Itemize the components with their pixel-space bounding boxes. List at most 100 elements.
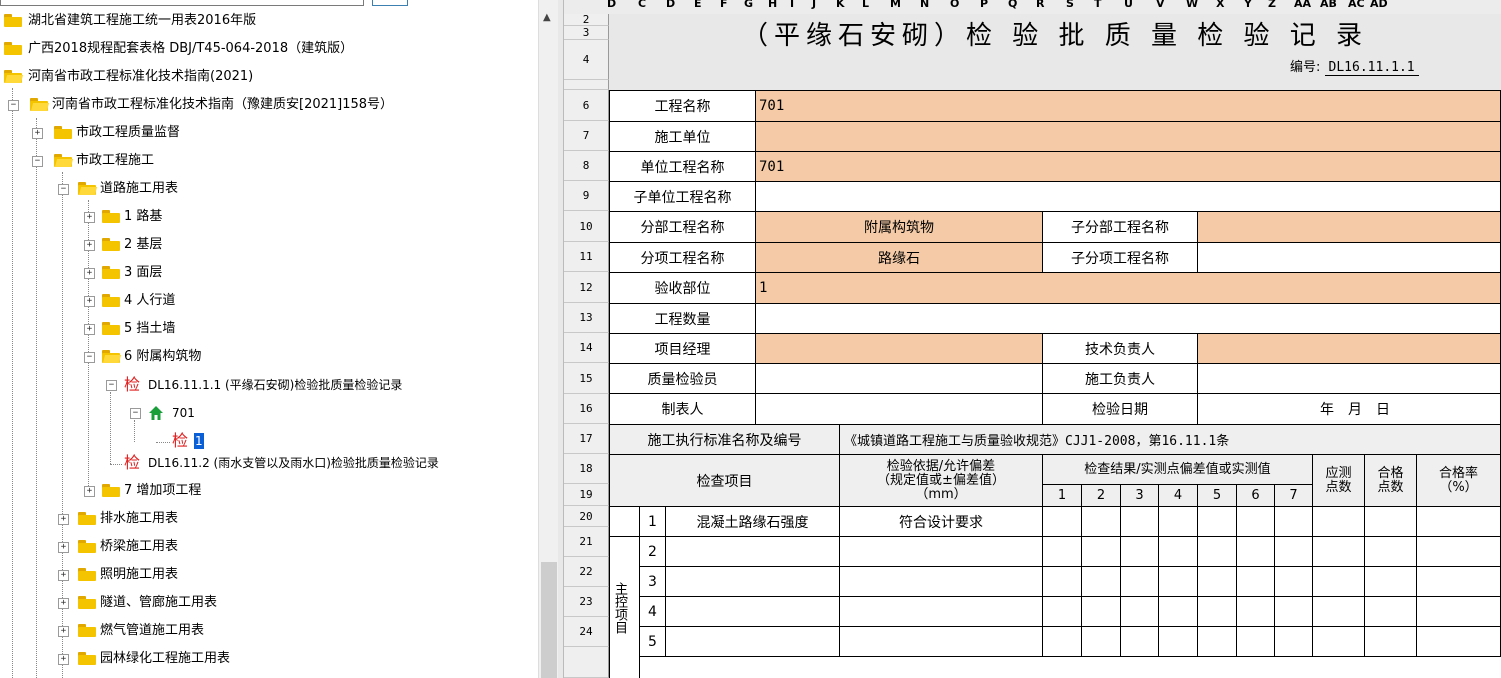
item-point-value[interactable] [1082,567,1121,597]
item-point-value[interactable] [1043,597,1082,627]
item-point-value[interactable] [1237,507,1275,537]
item-pass-rate[interactable] [1417,507,1501,537]
expand-toggle-icon[interactable]: + [32,128,43,139]
collapse-toggle-icon[interactable]: − [130,408,141,419]
row-number[interactable]: 7 [564,121,609,151]
column-letter[interactable]: K [836,0,845,10]
column-letter[interactable]: Y [1244,0,1252,10]
item-point-value[interactable] [1198,537,1237,567]
item-point-value[interactable] [1237,627,1275,657]
row-number[interactable]: 3 [564,26,609,40]
expand-toggle-icon[interactable]: + [84,296,95,307]
field-value-ys[interactable]: 1 [756,273,1501,304]
column-letter[interactable]: U [1124,0,1133,10]
expand-toggle-icon[interactable]: + [58,514,69,525]
row-number[interactable]: 20 [564,506,609,527]
item-requirement[interactable] [840,627,1043,657]
item-expected-points[interactable] [1313,537,1365,567]
item-pass-rate[interactable] [1417,537,1501,567]
row-number[interactable]: 11 [564,242,609,272]
tree-panel[interactable]: 湖北省建筑工程施工统一用表2016年版 广西2018规程配套表格 DBJ/T45… [0,0,540,678]
item-point-value[interactable] [1237,567,1275,597]
item-expected-points[interactable] [1313,627,1365,657]
item-point-value[interactable] [1275,567,1313,597]
item-point-value[interactable] [1237,597,1275,627]
item-point-value[interactable] [1082,597,1121,627]
field-value-fx-sub[interactable] [1198,243,1501,273]
scrollbar-thumb[interactable] [541,562,557,678]
item-point-value[interactable] [1275,507,1313,537]
column-letter[interactable]: P [980,0,988,10]
field-value-zl[interactable] [756,364,1043,394]
tree-search-input[interactable] [0,0,364,6]
row-number[interactable]: 15 [564,363,609,394]
field-value-fb-sub[interactable] [1198,212,1501,243]
tree-search-button[interactable] [372,0,408,6]
column-letter[interactable]: V [1156,0,1165,10]
item-point-value[interactable] [1275,627,1313,657]
column-letter[interactable]: X [1216,0,1224,10]
column-letter[interactable]: G [744,0,753,10]
row-number[interactable]: 8 [564,151,609,181]
item-name[interactable] [666,627,840,657]
item-requirement[interactable] [840,597,1043,627]
item-pass-points[interactable] [1365,537,1417,567]
column-letter[interactable]: J [812,0,816,10]
field-value-dwgc[interactable]: 701 [756,152,1501,182]
column-letter[interactable]: F [720,0,728,10]
item-point-value[interactable] [1275,597,1313,627]
tree-scrollbar[interactable]: ▲ [538,0,559,678]
item-point-value[interactable] [1121,627,1159,657]
column-letter[interactable]: T [1094,0,1102,10]
column-letter[interactable]: AA [1294,0,1311,10]
item-point-value[interactable] [1237,537,1275,567]
collapse-toggle-icon[interactable]: − [32,156,43,167]
row-number[interactable]: 14 [564,333,609,363]
item-point-value[interactable] [1198,507,1237,537]
item-pass-points[interactable] [1365,597,1417,627]
item-point-value[interactable] [1159,597,1198,627]
item-pass-rate[interactable] [1417,627,1501,657]
column-letter[interactable]: C [638,0,646,10]
row-number[interactable]: 16 [564,394,609,424]
column-letter[interactable]: S [1066,0,1074,10]
field-value-zl-sub[interactable] [1198,364,1501,394]
collapse-toggle-icon[interactable]: − [8,100,19,111]
item-requirement[interactable]: 符合设计要求 [840,507,1043,537]
item-name[interactable] [666,597,840,627]
record-number-value[interactable]: DL16.11.1.1 [1324,60,1419,76]
field-value-zdw[interactable] [756,182,1501,212]
item-pass-rate[interactable] [1417,567,1501,597]
column-letter[interactable]: AD [1370,0,1388,10]
item-point-value[interactable] [1082,537,1121,567]
collapse-toggle-icon[interactable]: − [58,184,69,195]
column-letter[interactable]: D [607,0,616,10]
item-pass-rate[interactable] [1417,597,1501,627]
item-point-value[interactable] [1121,597,1159,627]
row-number[interactable]: 9 [564,181,609,211]
expand-toggle-icon[interactable]: + [58,570,69,581]
item-expected-points[interactable] [1313,597,1365,627]
item-point-value[interactable] [1275,537,1313,567]
row-number[interactable] [564,80,609,90]
column-letter[interactable]: H [768,0,777,10]
column-letter[interactable]: Z [1268,0,1276,10]
item-point-value[interactable] [1082,627,1121,657]
spreadsheet[interactable]: D C D E F G H I J K L M N O P Q R S T U V W X Y Z AA AB AC AD （平缘石安砌… [564,0,1501,678]
scroll-up-icon[interactable]: ▲ [543,12,551,23]
expand-toggle-icon[interactable]: + [58,598,69,609]
row-number[interactable]: 18 [564,454,609,484]
item-point-value[interactable] [1043,537,1082,567]
row-number[interactable]: 13 [564,303,609,333]
column-letter[interactable]: Q [1008,0,1017,10]
column-letter[interactable]: AC [1348,0,1365,10]
item-pass-points[interactable] [1365,507,1417,537]
expand-toggle-icon[interactable]: + [84,486,95,497]
item-requirement[interactable] [840,537,1043,567]
row-number[interactable] [564,647,609,678]
row-number[interactable]: 23 [564,587,609,617]
row-number[interactable]: 2 [564,14,609,26]
column-letter[interactable]: M [890,0,901,10]
expand-toggle-icon[interactable]: + [58,542,69,553]
field-value-sgdw[interactable] [756,122,1501,152]
